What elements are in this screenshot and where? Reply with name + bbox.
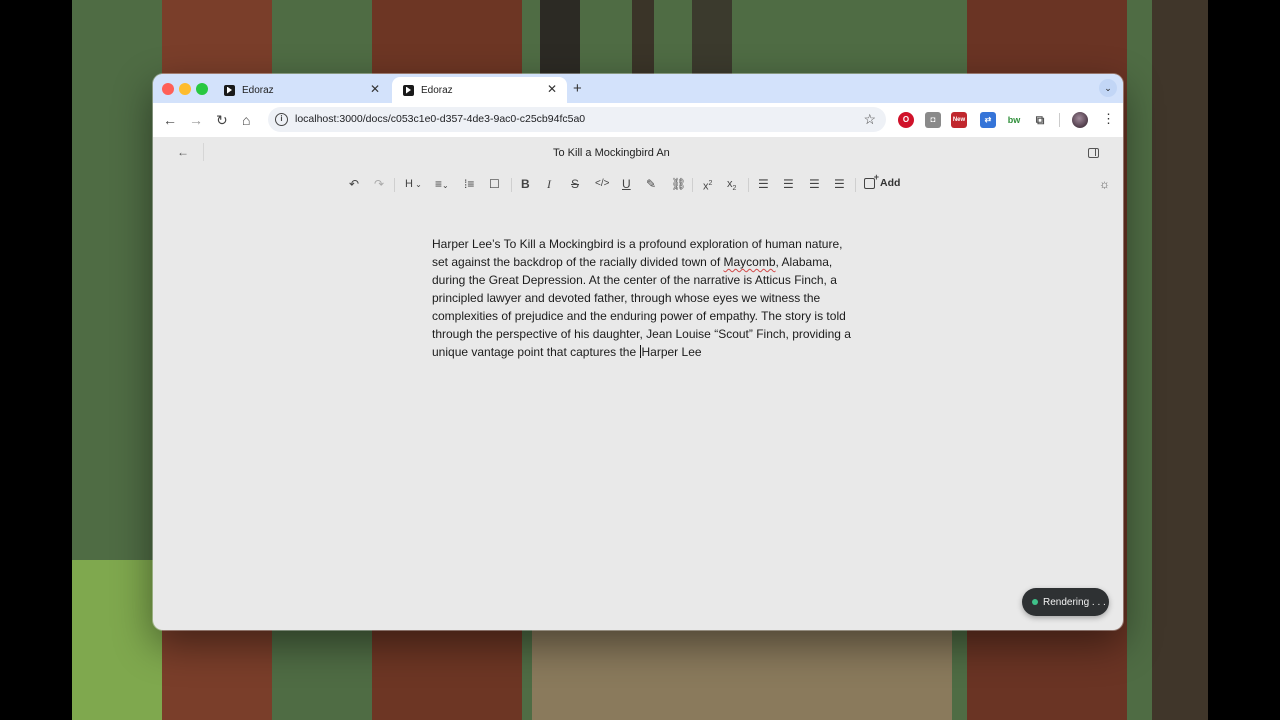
screen: Edoraz ✕ Edoraz ✕ + ⌄ ← → ↻ ⌂ i localhos… [0,0,1280,720]
tab-2[interactable]: Edoraz ✕ [392,77,567,103]
align-justify-icon[interactable]: ☰ [834,177,845,191]
reload-icon[interactable]: ↻ [216,112,228,128]
document-editor[interactable]: Harper Lee’s To Kill a Mockingbird is a … [432,235,852,361]
site-info-icon[interactable]: i [275,113,288,126]
align-center-icon[interactable]: ☰ [783,177,794,191]
new-tab-icon[interactable]: + [573,80,582,97]
ordered-list-icon[interactable]: ⁞≡ [464,177,474,191]
forward-arrow-icon[interactable]: → [189,112,203,128]
heading-dropdown[interactable]: H ⌄ [405,177,422,192]
heading-label: H [405,178,413,190]
add-label: Add [880,177,901,189]
bullet-list-dropdown-icon[interactable]: ≡⌄ [435,177,449,193]
minimize-window-button[interactable] [179,83,191,95]
misspelled-word[interactable]: Maycomb [724,255,776,269]
back-arrow-icon[interactable]: ← [163,112,177,128]
add-image-icon [864,172,879,189]
sidebar-toggle-icon[interactable] [1088,148,1099,158]
toolbar-separator [394,178,395,192]
translate-icon[interactable]: ⇄ [980,112,996,128]
edoraz-favicon-icon [403,84,414,96]
paragraph[interactable]: Harper Lee’s To Kill a Mockingbird is a … [432,235,852,361]
underline-icon[interactable]: U [622,177,631,191]
tab-title: Edoraz [421,84,453,96]
chevron-down-icon[interactable]: ⌄ [1099,79,1117,97]
align-left-icon[interactable]: ☰ [758,177,769,191]
link-icon[interactable]: ⛓ [671,177,686,191]
toolbar-separator [855,178,856,192]
rendering-status-toast: Rendering . . . [1022,588,1109,616]
close-tab-icon[interactable]: ✕ [370,82,380,96]
puzzle-icon[interactable]: ⧉ [1032,112,1048,128]
italic-icon[interactable]: I [547,177,551,191]
subscript-icon[interactable]: x2 [727,177,736,196]
bold-icon[interactable]: B [521,177,530,191]
toolbar-divider [1059,113,1060,127]
task-list-icon[interactable]: ☐ [489,177,500,191]
paragraph-text-middle: , Alabama, during the Great Depression. … [432,255,851,359]
url-text[interactable]: localhost:3000/docs/c053c1e0-d357-4de3-9… [295,113,585,125]
theme-toggle-sun-icon[interactable]: ☼ [1099,177,1110,191]
header-divider [203,143,204,161]
document-title[interactable]: To Kill a Mockingbird An [553,147,713,159]
code-icon[interactable]: </> [595,177,609,191]
edoraz-favicon-icon [224,84,235,96]
close-tab-icon[interactable]: ✕ [547,82,557,96]
redo-icon[interactable]: ↷ [374,177,384,191]
toolbar-separator [748,178,749,192]
back-arrow-icon[interactable]: ← [177,145,189,159]
camera-icon[interactable]: ◘ [925,112,941,128]
bookmark-star-icon[interactable]: ☆ [863,111,876,128]
tab-title: Edoraz [242,84,274,96]
status-dot-icon [1032,599,1038,605]
highlight-icon[interactable]: ✎ [646,177,656,191]
formatting-toolbar: ↶ ↷ H ⌄ ≡⌄ ⁞≡ ☐ B I S </> U ✎ ⛓ x2 x2 ☰ … [153,167,1123,200]
editor-header: ← To Kill a Mockingbird An [153,137,1123,167]
superscript-icon[interactable]: x2 [703,177,712,194]
browser-toolbar: ← → ↻ ⌂ i localhost:3000/docs/c053c1e0-d… [153,103,1123,137]
toolbar-separator [692,178,693,192]
toolbar-separator [511,178,512,192]
more-menu-icon[interactable]: ⋮ [1102,111,1115,127]
browser-window: Edoraz ✕ Edoraz ✕ + ⌄ ← → ↻ ⌂ i localhos… [153,74,1123,630]
maximize-window-button[interactable] [196,83,208,95]
tab-1[interactable]: Edoraz ✕ [213,77,390,103]
chevron-down-icon: ⌄ [412,180,422,189]
strikethrough-icon[interactable]: S [571,177,579,191]
bw-icon[interactable]: bw [1006,112,1022,128]
address-bar[interactable]: i localhost:3000/docs/c053c1e0-d357-4de3… [268,107,886,132]
text-caret [639,345,641,358]
new-extension-icon[interactable]: New [951,112,967,128]
align-right-icon[interactable]: ☰ [809,177,820,191]
close-window-button[interactable] [162,83,174,95]
tab-strip: Edoraz ✕ Edoraz ✕ + ⌄ [153,74,1123,103]
status-text: Rendering . . . [1043,596,1106,608]
paragraph-text-end: Harper Lee [641,345,702,359]
add-button[interactable]: Add [864,172,901,189]
home-icon[interactable]: ⌂ [242,112,250,128]
undo-icon[interactable]: ↶ [349,177,359,191]
profile-avatar[interactable] [1072,112,1088,128]
opera-icon[interactable]: O [898,112,914,128]
